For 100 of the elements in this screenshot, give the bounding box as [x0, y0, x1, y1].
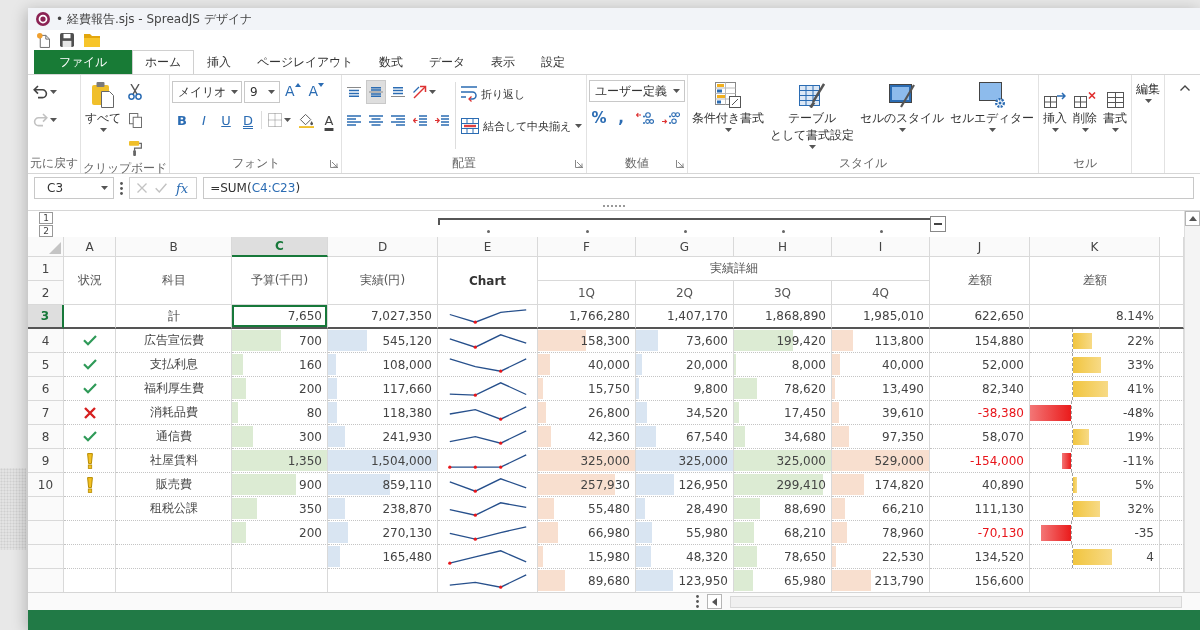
table-cell-text: 108,000 [381, 356, 433, 374]
column-header[interactable]: H [734, 237, 832, 257]
row-header[interactable]: 1 [28, 257, 64, 281]
row-header[interactable]: 8 [28, 425, 64, 449]
outline-level-button[interactable]: 2 [39, 224, 53, 237]
format-button[interactable]: 書式 [1101, 80, 1129, 134]
column-header[interactable]: B [116, 237, 232, 257]
header-cell: Chart [438, 257, 538, 305]
table-cell-text: 消耗品費 [148, 404, 199, 421]
font-name-select[interactable]: メイリオ [172, 81, 242, 103]
column-header[interactable]: I [832, 237, 930, 257]
table-cell-text: 80 [305, 404, 323, 422]
vertical-scrollbar[interactable] [1184, 211, 1200, 592]
paste-button[interactable]: すべて [83, 80, 123, 134]
grid-icon [1106, 92, 1124, 108]
outline-level-button[interactable]: 1 [39, 211, 53, 224]
comma-button[interactable]: , [611, 106, 631, 130]
new-file-button[interactable] [36, 31, 51, 49]
merge-center-button[interactable]: 結合して中央揃え [459, 112, 584, 140]
header-cell: 実績詳細 [538, 257, 930, 281]
percent-button[interactable]: % [589, 106, 609, 130]
table-cell-text: 545,120 [381, 332, 433, 350]
app-logo-icon [36, 12, 50, 26]
number-format-select[interactable]: ユーザー定義 [589, 80, 685, 102]
insert-function-button[interactable]: fx [172, 180, 193, 196]
font-color-button[interactable]: A [319, 108, 339, 132]
table-cell-text: 41% [1126, 380, 1155, 398]
scroll-left-button[interactable] [707, 594, 722, 609]
italic-button[interactable]: I [194, 108, 214, 132]
format-as-table-button[interactable]: テーブル として書式設定 [768, 80, 856, 151]
group-label: スタイル [839, 155, 887, 172]
horizontal-scrollbar[interactable] [730, 595, 1182, 608]
clipboard-icon [92, 82, 114, 108]
editing-button[interactable]: 編集 [1134, 80, 1162, 105]
column-header[interactable]: C [232, 237, 328, 257]
ribbon-tab[interactable]: 設定 [528, 50, 578, 74]
ribbon-tab[interactable]: 挿入 [194, 50, 244, 74]
double-underline-button[interactable]: D [238, 108, 258, 132]
table-cell-text: 1,407,170 [665, 308, 729, 325]
caret-icon [575, 124, 582, 128]
table-cell-text: 1,350 [286, 452, 323, 470]
column-header[interactable]: A [64, 237, 116, 257]
name-box[interactable]: C3 [34, 177, 114, 199]
cell-styles-button[interactable]: セルのスタイル [858, 80, 946, 134]
ribbon-tab[interactable]: データ [416, 50, 478, 74]
table-cell-text: 55,980 [685, 524, 729, 542]
row-header[interactable]: 4 [28, 329, 64, 353]
conditional-format-button[interactable]: 条件付き書式 [690, 80, 766, 134]
column-header[interactable]: K [1030, 237, 1160, 257]
ribbon-tab[interactable]: ホーム [132, 50, 194, 74]
column-header[interactable]: G [636, 237, 734, 257]
delete-button[interactable]: 削除 [1071, 80, 1099, 134]
table-cell-text: 257,930 [579, 476, 631, 494]
ribbon-tab[interactable]: ページレイアウト [244, 50, 366, 74]
column-header[interactable]: J [930, 237, 1030, 257]
column-header[interactable]: D [328, 237, 438, 257]
indent-icon [435, 114, 449, 126]
file-tab[interactable]: ファイル [34, 50, 132, 74]
row-header[interactable]: 6 [28, 377, 64, 401]
row-header[interactable]: 2 [28, 281, 64, 305]
table-cell-text: 89,680 [587, 572, 631, 590]
open-file-button[interactable] [83, 31, 101, 49]
align-right-icon [391, 114, 405, 126]
ribbon-tab[interactable]: 表示 [478, 50, 528, 74]
check-icon [155, 183, 167, 193]
save-button[interactable] [59, 31, 75, 49]
column-header[interactable]: F [538, 237, 636, 257]
formula-field[interactable]: =SUM(C4:C23) [203, 177, 1194, 199]
dialog-launcher-button[interactable] [675, 158, 685, 169]
table-cell-text: 529,000 [873, 452, 925, 470]
ribbon-tab[interactable]: 数式 [366, 50, 416, 74]
underline-button[interactable]: U [216, 108, 236, 132]
header-cell: 差額 [930, 257, 1030, 305]
row-header[interactable]: 3 [28, 305, 64, 329]
column-header[interactable]: E [438, 237, 538, 257]
shrink-font-button[interactable]: A [305, 80, 328, 104]
table-cell-text: 67,540 [685, 428, 729, 446]
scroll-up-button[interactable] [1185, 211, 1200, 226]
header-cell: 2Q [636, 281, 734, 305]
row-header[interactable]: 7 [28, 401, 64, 425]
table-cell-text: 68,210 [783, 524, 827, 542]
insert-button[interactable]: 挿入 [1041, 80, 1069, 134]
collapse-group-button[interactable] [930, 216, 946, 232]
cell-editor-button[interactable]: セルエディター [948, 80, 1036, 134]
wrap-text-button[interactable]: 折り返し [459, 80, 584, 108]
dialog-launcher-button[interactable] [574, 158, 584, 169]
table-cell-text: 111,130 [973, 500, 1025, 518]
table-cell-text: 174,820 [873, 476, 925, 494]
table-cell-text: 78,960 [881, 524, 925, 542]
row-header[interactable]: 9 [28, 449, 64, 473]
row-header[interactable]: 10 [28, 473, 64, 497]
table-cell-text: 15,750 [587, 380, 631, 398]
row-header[interactable]: 5 [28, 353, 64, 377]
dialog-launcher-button[interactable] [329, 158, 339, 169]
align-middle-button[interactable] [366, 80, 386, 104]
grow-font-button[interactable]: A [282, 80, 304, 104]
table-cell-text: 325,000 [677, 452, 729, 470]
table-cell-text: 700 [298, 332, 323, 350]
bold-button[interactable]: B [172, 108, 192, 132]
font-size-select[interactable]: 9 [244, 81, 280, 103]
